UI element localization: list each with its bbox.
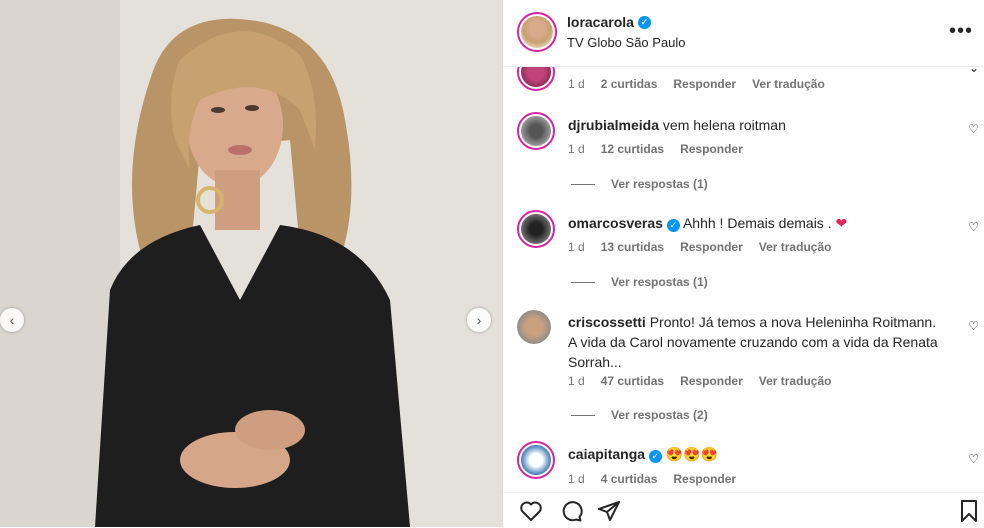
comment-body: criscossetti Pronto! Já temos a nova Hel…	[568, 312, 938, 372]
commenter-avatar[interactable]	[517, 210, 555, 248]
next-photo-button[interactable]: ›	[467, 308, 491, 332]
commenter-username[interactable]: omarcosveras	[568, 215, 663, 231]
heart-emoji: ❤	[835, 215, 848, 231]
comments-list: 1 d 2 curtidas Responder Ver tradução ⌄ …	[503, 67, 984, 492]
heart-icon: ♡	[968, 220, 979, 234]
post-action-bar	[503, 492, 984, 528]
verified-badge-icon: ✓	[637, 15, 651, 29]
comment-likes[interactable]: 13 curtidas	[601, 240, 664, 254]
author-avatar[interactable]	[517, 12, 557, 52]
comment-meta: 1 d 13 curtidas Responder Ver tradução	[568, 240, 831, 254]
heart-icon: ♡	[968, 452, 979, 466]
like-comment-button[interactable]: ♡	[968, 122, 979, 136]
like-comment-button[interactable]: ♡	[968, 220, 979, 234]
comment-text: vem helena roitman	[662, 117, 786, 133]
post-side-panel: loracarola ✓ TV Globo São Paulo ••• 1 d …	[502, 0, 984, 527]
prev-photo-button[interactable]: ‹	[0, 308, 24, 332]
comment-time: 1 d	[568, 142, 585, 156]
comment-meta: 1 d 4 curtidas Responder	[568, 472, 736, 486]
comment-time: 1 d	[568, 77, 585, 91]
comment-body: caiapitanga ✓ 😍😍😍	[568, 444, 938, 464]
commenter-username[interactable]: caiapitanga	[568, 446, 645, 462]
author-name-row: loracarola ✓	[567, 14, 651, 30]
post-photo: ‹ ›	[0, 0, 502, 527]
commenter-avatar[interactable]	[517, 67, 555, 91]
photo-illustration	[0, 0, 502, 527]
reply-button[interactable]: Responder	[673, 472, 736, 486]
comment-text: Ahhh ! Demais demais .	[682, 215, 832, 231]
commenter-avatar[interactable]	[517, 112, 555, 150]
bookmark-icon[interactable]	[957, 499, 981, 523]
commenter-avatar[interactable]	[517, 441, 555, 479]
comment-likes[interactable]: 47 curtidas	[601, 374, 664, 388]
translate-button[interactable]: Ver tradução	[752, 77, 825, 91]
reply-button[interactable]: Responder	[680, 374, 743, 388]
comment-likes[interactable]: 4 curtidas	[601, 472, 658, 486]
view-replies-button[interactable]: Ver respostas (2)	[571, 408, 708, 422]
comment-time: 1 d	[568, 374, 585, 388]
translate-button[interactable]: Ver tradução	[759, 240, 832, 254]
like-comment-button[interactable]: ♡	[968, 319, 979, 333]
comment-meta: 1 d 47 curtidas Responder Ver tradução	[568, 374, 831, 388]
verified-badge-icon: ✓	[666, 219, 680, 232]
view-replies-label: Ver respostas (1)	[611, 275, 708, 289]
comment-meta: 1 d 12 curtidas Responder	[568, 142, 743, 156]
view-replies-button[interactable]: Ver respostas (1)	[571, 177, 708, 191]
author-username[interactable]: loracarola	[567, 14, 634, 30]
replies-divider	[571, 183, 595, 185]
reply-button[interactable]: Responder	[673, 77, 736, 91]
post-location[interactable]: TV Globo São Paulo	[567, 35, 686, 50]
reply-button[interactable]: Responder	[680, 142, 743, 156]
chevron-left-icon: ‹	[9, 312, 15, 328]
chevron-down-icon: ⌄	[968, 67, 979, 75]
commenter-avatar[interactable]	[517, 310, 551, 344]
share-icon[interactable]	[597, 499, 621, 523]
view-replies-label: Ver respostas (1)	[611, 177, 708, 191]
comment-emoji: 😍😍😍	[665, 446, 719, 462]
heart-icon: ♡	[968, 319, 979, 333]
chevron-right-icon: ›	[476, 312, 482, 328]
heart-icon: ♡	[968, 122, 979, 136]
comment-icon[interactable]	[559, 499, 583, 523]
comment-meta: 1 d 2 curtidas Responder Ver tradução	[568, 77, 825, 91]
replies-divider	[571, 281, 595, 283]
commenter-username[interactable]: djrubialmeida	[568, 117, 659, 133]
view-replies-label: Ver respostas (2)	[611, 408, 708, 422]
replies-divider	[571, 414, 595, 416]
comment-likes[interactable]: 2 curtidas	[601, 77, 658, 91]
comment-time: 1 d	[568, 472, 585, 486]
like-comment-button[interactable]: ⌄	[969, 67, 979, 75]
commenter-username[interactable]: criscossetti	[568, 314, 646, 330]
reply-button[interactable]: Responder	[680, 240, 743, 254]
comment-body: omarcosveras ✓ Ahhh ! Demais demais . ❤	[568, 213, 938, 233]
heart-icon[interactable]	[519, 499, 543, 523]
comment-time: 1 d	[568, 240, 585, 254]
translate-button[interactable]: Ver tradução	[759, 374, 832, 388]
comment-body: djrubialmeida vem helena roitman	[568, 115, 938, 135]
more-options-button[interactable]: •••	[949, 20, 973, 43]
comment-likes[interactable]: 12 curtidas	[601, 142, 664, 156]
like-comment-button[interactable]: ♡	[968, 452, 979, 466]
verified-badge-icon: ✓	[648, 450, 662, 463]
view-replies-button[interactable]: Ver respostas (1)	[571, 275, 708, 289]
post-header: loracarola ✓ TV Globo São Paulo •••	[503, 0, 984, 67]
